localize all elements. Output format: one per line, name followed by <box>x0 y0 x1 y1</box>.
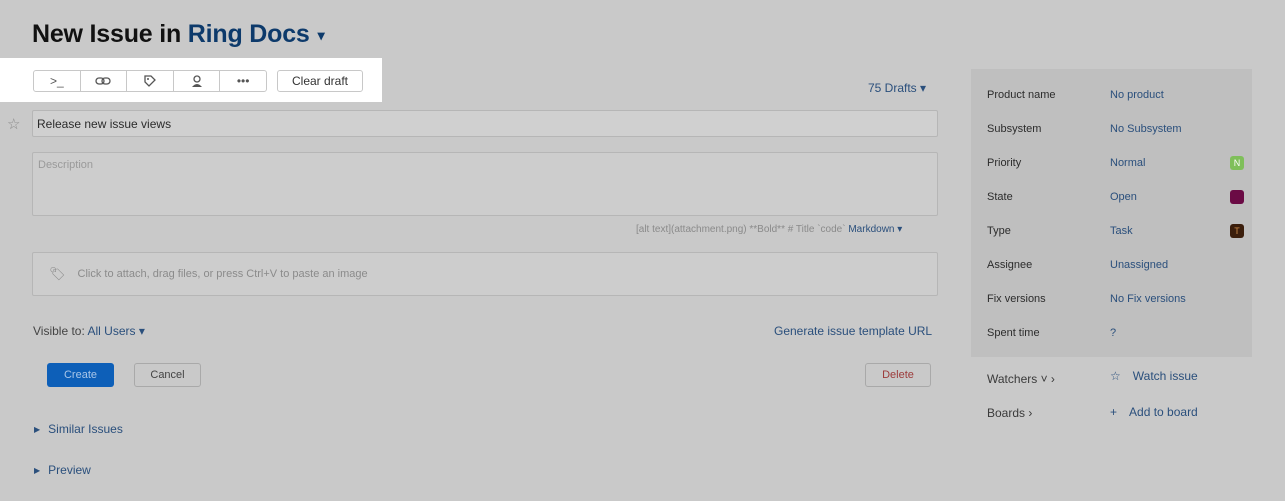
delete-button[interactable]: Delete <box>865 363 931 387</box>
title-prefix: New Issue in <box>32 20 182 48</box>
field-value-product[interactable]: No product <box>1110 89 1164 101</box>
field-value-assignee[interactable]: Unassigned <box>1110 259 1168 271</box>
similar-issues-toggle[interactable]: ▶ Similar Issues <box>34 422 123 436</box>
state-badge <box>1230 190 1244 204</box>
star-outline-icon: ☆ <box>1110 369 1121 383</box>
tag-icon[interactable] <box>127 71 174 91</box>
more-icon[interactable]: ••• <box>220 71 266 91</box>
clear-draft-button[interactable]: Clear draft <box>277 70 363 92</box>
editor-toolbar: >_ ••• Clear draft <box>0 58 382 102</box>
cancel-button[interactable]: Cancel <box>134 363 201 387</box>
field-label-priority: Priority <box>987 157 1022 169</box>
watch-issue-button[interactable]: ☆ Watch issue <box>1110 369 1198 383</box>
visibility-selector[interactable]: Visible to: All Users ▾ <box>33 324 145 338</box>
star-icon[interactable]: ☆ <box>7 115 20 133</box>
generate-template-url-link[interactable]: Generate issue template URL <box>774 324 932 338</box>
issue-fields-panel <box>971 69 1252 357</box>
markdown-hint: [alt text](attachment.png) **Bold** # Ti… <box>636 224 903 235</box>
attachment-dropzone[interactable]: 🏷 Click to attach, drag files, or press … <box>32 252 938 296</box>
summary-input[interactable]: Release new issue views <box>32 110 938 137</box>
toolbar-button-group: >_ ••• <box>33 70 267 92</box>
chevron-down-icon[interactable]: ▾ <box>318 27 325 43</box>
field-label-assignee: Assignee <box>987 259 1033 271</box>
command-icon[interactable]: >_ <box>34 71 81 91</box>
field-value-state[interactable]: Open <box>1110 191 1137 203</box>
watchers-toggle[interactable]: Watchers ˅ › <box>987 372 1055 386</box>
type-badge: T <box>1230 224 1244 238</box>
field-value-fix-versions[interactable]: No Fix versions <box>1110 293 1186 305</box>
field-value-spent-time[interactable]: ? <box>1110 327 1116 339</box>
preview-toggle[interactable]: ▶ Preview <box>34 463 91 477</box>
link-icon[interactable] <box>81 71 128 91</box>
boards-toggle[interactable]: Boards › <box>987 406 1032 420</box>
description-field[interactable]: Description <box>32 152 938 216</box>
page-title: New Issue in Ring Docs ▾ <box>32 20 325 49</box>
priority-badge: N <box>1230 156 1244 170</box>
field-value-priority[interactable]: Normal <box>1110 157 1145 169</box>
create-button[interactable]: Create <box>47 363 114 387</box>
assignee-icon[interactable] <box>174 71 221 91</box>
paperclip-icon: 🏷 <box>49 266 66 281</box>
drafts-dropdown[interactable]: 75 Drafts ▾ <box>868 81 926 95</box>
plus-icon: + <box>1110 405 1118 419</box>
markdown-dropdown[interactable]: Markdown ▾ <box>848 224 902 235</box>
field-value-type[interactable]: Task <box>1110 225 1133 237</box>
field-label-product: Product name <box>987 89 1056 101</box>
field-label-subsystem: Subsystem <box>987 123 1042 135</box>
project-name-link[interactable]: Ring Docs <box>188 20 310 48</box>
field-label-spent-time: Spent time <box>987 327 1040 339</box>
field-label-type: Type <box>987 225 1011 237</box>
attach-text: Click to attach, drag files, or press Ct… <box>77 268 368 280</box>
field-label-fix-versions: Fix versions <box>987 293 1046 305</box>
add-to-board-button[interactable]: + Add to board <box>1110 405 1198 419</box>
field-label-state: State <box>987 191 1013 203</box>
field-value-subsystem[interactable]: No Subsystem <box>1110 123 1182 135</box>
